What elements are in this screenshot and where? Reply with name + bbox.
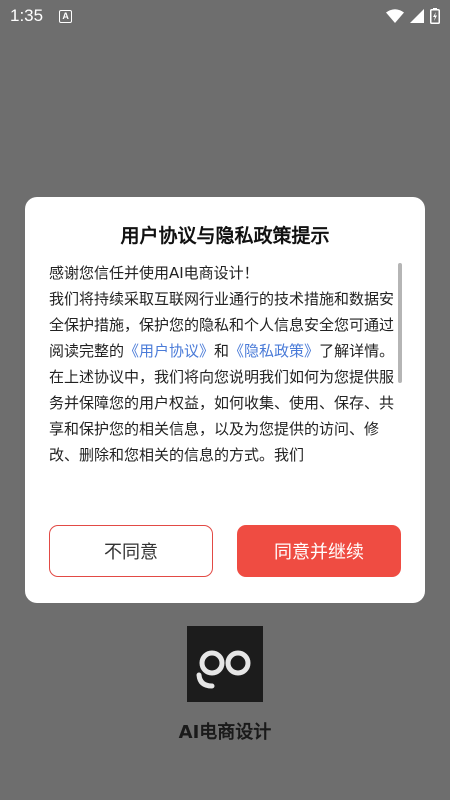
app-logo-icon xyxy=(187,626,263,702)
disagree-button[interactable]: 不同意 xyxy=(49,525,213,577)
battery-charging-icon xyxy=(430,8,440,24)
explanation-text: 在上述协议中，我们将向您说明我们如何为您提供服务并保障您的用户权益，如何收集、使… xyxy=(49,368,395,464)
dialog-title: 用户协议与隐私政策提示 xyxy=(120,225,330,247)
signal-icon xyxy=(410,9,424,23)
welcome-text: 感谢您信任并使用AI电商设计！ xyxy=(49,264,259,282)
wifi-icon xyxy=(386,9,404,23)
privacy-policy-link[interactable]: 《隐私政策》 xyxy=(229,342,319,360)
agree-continue-button[interactable]: 同意并继续 xyxy=(237,525,401,577)
agreement-paragraph: 我们将持续采取互联网行业通行的技术措施和数据安全保护措施，保护您的隐私和个人信息… xyxy=(49,286,401,364)
notification-a-icon: A xyxy=(59,9,73,23)
status-icons xyxy=(386,8,440,24)
status-time: 1:35 xyxy=(10,6,44,25)
dialog-body[interactable]: 感谢您信任并使用AI电商设计！ 我们将持续采取互联网行业通行的技术措施和数据安全… xyxy=(49,260,401,506)
agreement-text-end: 了解详情。 xyxy=(319,342,395,360)
agreement-and-text: 和 xyxy=(214,342,230,360)
user-agreement-link[interactable]: 《用户协议》 xyxy=(124,342,214,360)
app-name: AI电商设计 xyxy=(178,722,272,743)
dialog-scrollbar[interactable] xyxy=(398,263,402,383)
status-bar: 1:35 A xyxy=(0,0,450,32)
privacy-dialog: 用户协议与隐私政策提示 感谢您信任并使用AI电商设计！ 我们将持续采取互联网行业… xyxy=(25,197,425,603)
